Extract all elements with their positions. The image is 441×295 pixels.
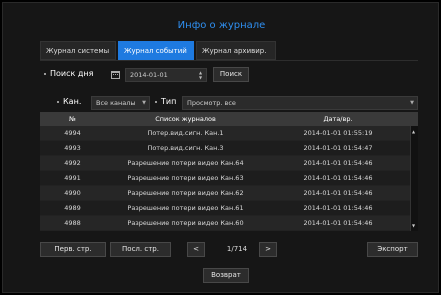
header-datetime: Дата/вр. bbox=[323, 115, 353, 123]
row-datetime: 2014-01-01 01:54:46 bbox=[303, 204, 373, 212]
type-value: Просмотр. все bbox=[187, 99, 236, 107]
tab-backup-log[interactable]: Журнал архивир. bbox=[196, 41, 276, 60]
row-event: Разрешение потери видео Кан.62 bbox=[127, 189, 244, 197]
window-title: Инфо о журнале bbox=[177, 20, 266, 31]
channel-label: Кан. bbox=[63, 97, 82, 106]
bullet-icon bbox=[57, 100, 59, 103]
row-number: 4991 bbox=[64, 174, 81, 182]
log-table: № Список журналов Дата/вр. 4994 Потер.ви… bbox=[40, 112, 418, 231]
tab-divider bbox=[40, 60, 418, 61]
bullet-icon bbox=[155, 100, 157, 103]
type-label-wrap: Тип bbox=[155, 97, 176, 106]
calendar-icon[interactable] bbox=[111, 71, 120, 79]
row-datetime: 2014-01-01 01:54:47 bbox=[303, 144, 373, 152]
day-search-label: Поиск дня bbox=[50, 69, 94, 78]
chevron-down-icon: ▼ bbox=[410, 100, 414, 106]
header-event: Список журналов bbox=[155, 115, 216, 123]
page-indicator: 1/714 bbox=[226, 245, 248, 253]
table-row[interactable]: 4991 Разрешение потери видео Кан.63 2014… bbox=[40, 171, 418, 186]
channel-label-wrap: Кан. bbox=[57, 97, 81, 106]
row-number: 4988 bbox=[64, 219, 81, 227]
tab-system-log[interactable]: Журнал системы bbox=[40, 41, 116, 60]
row-number: 4994 bbox=[64, 129, 81, 137]
row-number: 4993 bbox=[64, 144, 81, 152]
channel-value: Все каналы bbox=[96, 99, 136, 107]
table-row[interactable]: 4989 Разрешение потери видео Кан.61 2014… bbox=[40, 201, 418, 216]
last-page-button[interactable]: Посл. стр. bbox=[110, 242, 171, 257]
row-datetime: 2014-01-01 01:54:46 bbox=[303, 174, 373, 182]
row-event: Разрешение потери видео Кан.63 bbox=[127, 174, 244, 182]
row-event: Разрешение потери видео Кан.60 bbox=[127, 219, 244, 227]
prev-page-button[interactable]: < bbox=[187, 242, 205, 257]
row-datetime: 2014-01-01 01:54:46 bbox=[303, 189, 373, 197]
chevron-down-icon: ▼ bbox=[142, 100, 146, 106]
row-datetime: 2014-01-01 01:54:46 bbox=[303, 159, 373, 167]
table-scrollbar[interactable]: ▲ ▼ bbox=[410, 126, 418, 231]
row-datetime: 2014-01-01 01:54:46 bbox=[303, 219, 373, 227]
date-value: 2014-01-01 bbox=[130, 71, 168, 79]
table-row[interactable]: 4992 Разрешение потери видео Кан.64 2014… bbox=[40, 156, 418, 171]
row-number: 4992 bbox=[64, 159, 81, 167]
next-page-button[interactable]: > bbox=[259, 242, 277, 257]
table-body: 4994 Потер.вид.сигн. Кан.1 2014-01-01 01… bbox=[40, 126, 418, 231]
table-row[interactable]: 4990 Разрешение потери видео Кан.62 2014… bbox=[40, 186, 418, 201]
header-number: № bbox=[69, 115, 76, 123]
row-datetime: 2014-01-01 01:55:19 bbox=[303, 129, 373, 137]
table-header: № Список журналов Дата/вр. bbox=[40, 112, 418, 126]
row-event: Разрешение потери видео Кан.61 bbox=[127, 204, 244, 212]
table-row[interactable]: 4988 Разрешение потери видео Кан.60 2014… bbox=[40, 216, 418, 231]
row-event: Потер.вид.сигн. Кан.1 bbox=[147, 129, 224, 137]
table-row[interactable]: 4993 Потер.вид.сигн. Кан.3 2014-01-01 01… bbox=[40, 141, 418, 156]
log-info-window: Инфо о журнале Журнал системы Журнал соб… bbox=[2, 2, 439, 293]
date-field[interactable]: 2014-01-01 ▲ ▼ bbox=[125, 68, 207, 82]
row-event: Разрешение потери видео Кан.64 bbox=[127, 159, 244, 167]
first-page-button[interactable]: Перв. стр. bbox=[40, 242, 106, 257]
bullet-icon bbox=[44, 72, 46, 75]
back-button[interactable]: Возврат bbox=[203, 268, 249, 283]
channel-select[interactable]: Все каналы ▼ bbox=[91, 96, 150, 110]
row-number: 4990 bbox=[64, 189, 81, 197]
scroll-up-icon[interactable]: ▲ bbox=[412, 129, 415, 134]
stepper-icon[interactable]: ▲ ▼ bbox=[198, 70, 203, 80]
type-label: Тип bbox=[161, 97, 177, 106]
tab-event-log[interactable]: Журнал событий bbox=[118, 41, 194, 60]
row-event: Потер.вид.сигн. Кан.3 bbox=[147, 144, 224, 152]
type-select[interactable]: Просмотр. все ▼ bbox=[182, 96, 418, 110]
scroll-down-icon[interactable]: ▼ bbox=[412, 223, 415, 228]
export-button[interactable]: Экспорт bbox=[367, 242, 418, 257]
search-button[interactable]: Поиск bbox=[213, 67, 249, 82]
row-number: 4989 bbox=[64, 204, 81, 212]
table-row[interactable]: 4994 Потер.вид.сигн. Кан.1 2014-01-01 01… bbox=[40, 126, 418, 141]
day-search-label-wrap: Поиск дня bbox=[44, 69, 93, 78]
tab-bar: Журнал системы Журнал событий Журнал арх… bbox=[40, 41, 276, 60]
